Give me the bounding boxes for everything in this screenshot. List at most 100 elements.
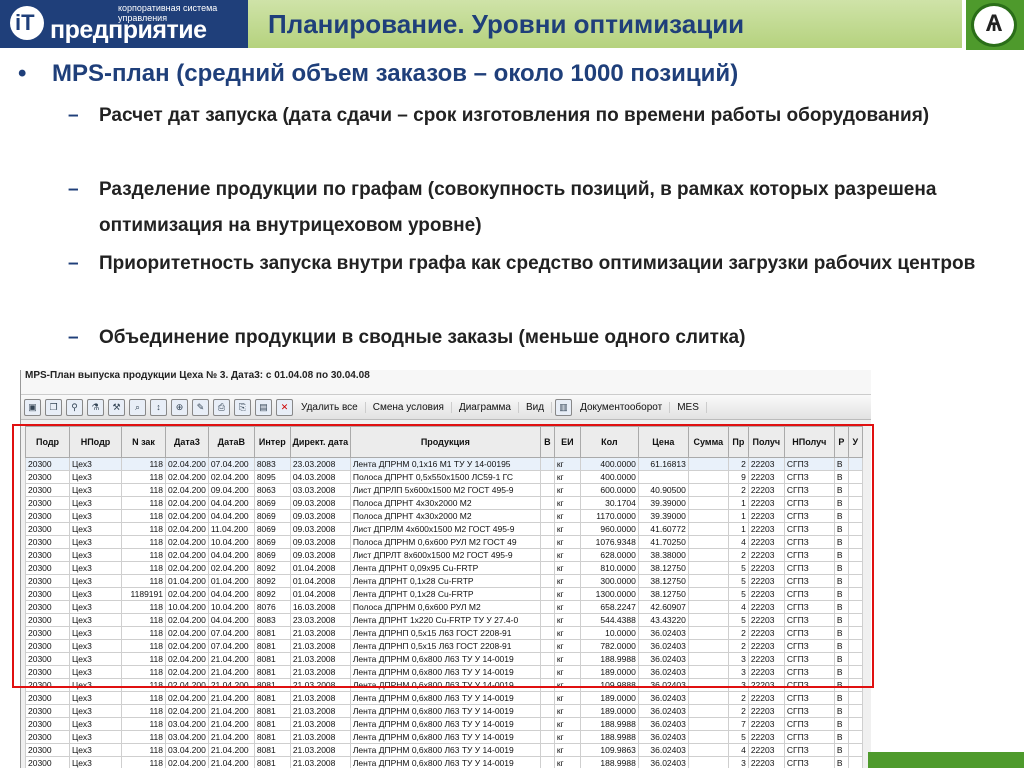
table-row[interactable]: 20300 Цех3 118 03.04.200 21.04.200 8081 21.03.…: [25, 730, 863, 744]
table-cell[interactable]: Лента ДПРНМ 0,6х800 Л63 ТУ У 14-0019: [349, 743, 541, 757]
table-cell[interactable]: 21.03.2008: [289, 691, 351, 705]
table-cell[interactable]: 21.04.200: [207, 691, 255, 705]
table-cell[interactable]: 21.04.200: [207, 717, 255, 731]
tree-icon[interactable]: ⚲: [66, 398, 83, 416]
table-cell[interactable]: 03.04.200: [165, 743, 209, 757]
table-cell[interactable]: 20300: [25, 743, 70, 757]
tools-icon[interactable]: ⚒: [108, 398, 125, 416]
table-cell[interactable]: В: [833, 691, 849, 705]
table-cell[interactable]: 20300: [25, 691, 70, 705]
change-condition-button[interactable]: Смена условия: [366, 401, 452, 413]
table-cell[interactable]: 7: [727, 717, 749, 731]
table-cell[interactable]: 2: [727, 691, 749, 705]
table-cell[interactable]: В: [833, 743, 849, 757]
table-cell[interactable]: 21.04.200: [207, 730, 255, 744]
document-flow-button[interactable]: Документооборот: [573, 401, 671, 413]
table-cell[interactable]: кг: [553, 730, 581, 744]
table-cell[interactable]: Лента ДПРНМ 0,6х800 Л63 ТУ У 14-0019: [349, 704, 541, 718]
table-cell[interactable]: СГПЗ: [783, 730, 835, 744]
table-cell[interactable]: кг: [553, 691, 581, 705]
table-cell[interactable]: [539, 691, 555, 705]
table-cell[interactable]: 8081: [253, 717, 291, 731]
document-flow-icon[interactable]: ▥: [555, 398, 573, 416]
table-cell[interactable]: 21.03.2008: [289, 743, 351, 757]
table-cell[interactable]: Лента ДПРНМ 0,6х800 Л63 ТУ У 14-0019: [349, 756, 541, 768]
table-cell[interactable]: 21.03.2008: [289, 717, 351, 731]
view-button[interactable]: Вид: [519, 401, 553, 413]
table-cell[interactable]: В: [833, 756, 849, 768]
table-cell[interactable]: 21.04.200: [207, 704, 255, 718]
table-cell[interactable]: 03.04.200: [165, 717, 209, 731]
zoom-icon[interactable]: ⊕: [171, 398, 188, 416]
table-cell[interactable]: 22203: [747, 743, 785, 757]
copy-icon[interactable]: ❐: [45, 398, 62, 416]
sort-icon[interactable]: ↕: [150, 398, 167, 416]
table-cell[interactable]: 8081: [253, 756, 291, 768]
table-cell[interactable]: 22203: [747, 717, 785, 731]
table-cell[interactable]: 109.9863: [579, 743, 639, 757]
table-cell[interactable]: [847, 717, 863, 731]
table-cell[interactable]: 02.04.200: [165, 704, 209, 718]
table-cell[interactable]: 20300: [25, 756, 70, 768]
table-cell[interactable]: Цех3: [69, 704, 122, 718]
table-row[interactable]: 20300 Цех3 118 03.04.200 21.04.200 8081 21.03.…: [25, 743, 863, 757]
table-cell[interactable]: [847, 704, 863, 718]
table-row[interactable]: 20300 Цех3 118 02.04.200 21.04.200 8081 21.03.…: [25, 756, 863, 768]
table-cell[interactable]: 21.04.200: [207, 743, 255, 757]
table-cell[interactable]: Цех3: [69, 691, 122, 705]
table-cell[interactable]: [687, 704, 729, 718]
table-cell[interactable]: [539, 730, 555, 744]
table-cell[interactable]: 21.03.2008: [289, 704, 351, 718]
diagram-button[interactable]: Диаграмма: [452, 401, 519, 413]
delete-icon[interactable]: ✕: [276, 398, 293, 416]
edit-icon[interactable]: ✎: [192, 398, 209, 416]
table-cell[interactable]: кг: [553, 743, 581, 757]
table-cell[interactable]: 20300: [25, 704, 70, 718]
table-cell[interactable]: [539, 704, 555, 718]
table-cell[interactable]: [847, 743, 863, 757]
table-cell[interactable]: 36.02403: [637, 704, 689, 718]
table-cell[interactable]: кг: [553, 704, 581, 718]
table-cell[interactable]: СГПЗ: [783, 743, 835, 757]
table-cell[interactable]: 4: [727, 743, 749, 757]
table-cell[interactable]: В: [833, 730, 849, 744]
table-cell[interactable]: 22203: [747, 730, 785, 744]
table-cell[interactable]: 8081: [253, 704, 291, 718]
table-cell[interactable]: [687, 691, 729, 705]
table-cell[interactable]: 3: [727, 756, 749, 768]
table-cell[interactable]: 118: [121, 717, 166, 731]
table-cell[interactable]: 21.04.200: [207, 756, 255, 768]
table-cell[interactable]: [687, 743, 729, 757]
table-row[interactable]: 20300 Цех3 118 02.04.200 21.04.200 8081 21.03.…: [25, 704, 863, 718]
table-cell[interactable]: кг: [553, 717, 581, 731]
table-cell[interactable]: СГПЗ: [783, 756, 835, 768]
table-cell[interactable]: кг: [553, 756, 581, 768]
table-cell[interactable]: 36.02403: [637, 691, 689, 705]
table-row[interactable]: 20300 Цех3 118 03.04.200 21.04.200 8081 21.03.…: [25, 717, 863, 731]
table-cell[interactable]: 2: [727, 704, 749, 718]
table-cell[interactable]: 36.02403: [637, 756, 689, 768]
table-cell[interactable]: [539, 756, 555, 768]
save-icon[interactable]: ▣: [24, 398, 41, 416]
table-cell[interactable]: [539, 743, 555, 757]
table-cell[interactable]: 8081: [253, 743, 291, 757]
table-cell[interactable]: 118: [121, 756, 166, 768]
table-cell[interactable]: Лента ДПРНМ 0,6х800 Л63 ТУ У 14-0019: [349, 717, 541, 731]
table-cell[interactable]: 118: [121, 691, 166, 705]
table-cell[interactable]: 20300: [25, 730, 70, 744]
table-cell[interactable]: 02.04.200: [165, 691, 209, 705]
table-cell[interactable]: 5: [727, 730, 749, 744]
table-cell[interactable]: 03.04.200: [165, 730, 209, 744]
table-cell[interactable]: Цех3: [69, 717, 122, 731]
table-cell[interactable]: 20300: [25, 717, 70, 731]
filter-icon[interactable]: ⚗: [87, 398, 104, 416]
table-cell[interactable]: 8081: [253, 730, 291, 744]
table-cell[interactable]: 118: [121, 743, 166, 757]
table-cell[interactable]: В: [833, 717, 849, 731]
table-cell[interactable]: 188.9988: [579, 730, 639, 744]
table-cell[interactable]: 118: [121, 704, 166, 718]
table-cell[interactable]: 02.04.200: [165, 756, 209, 768]
table-cell[interactable]: 36.02403: [637, 730, 689, 744]
table-cell[interactable]: СГПЗ: [783, 691, 835, 705]
table-cell[interactable]: 22203: [747, 704, 785, 718]
